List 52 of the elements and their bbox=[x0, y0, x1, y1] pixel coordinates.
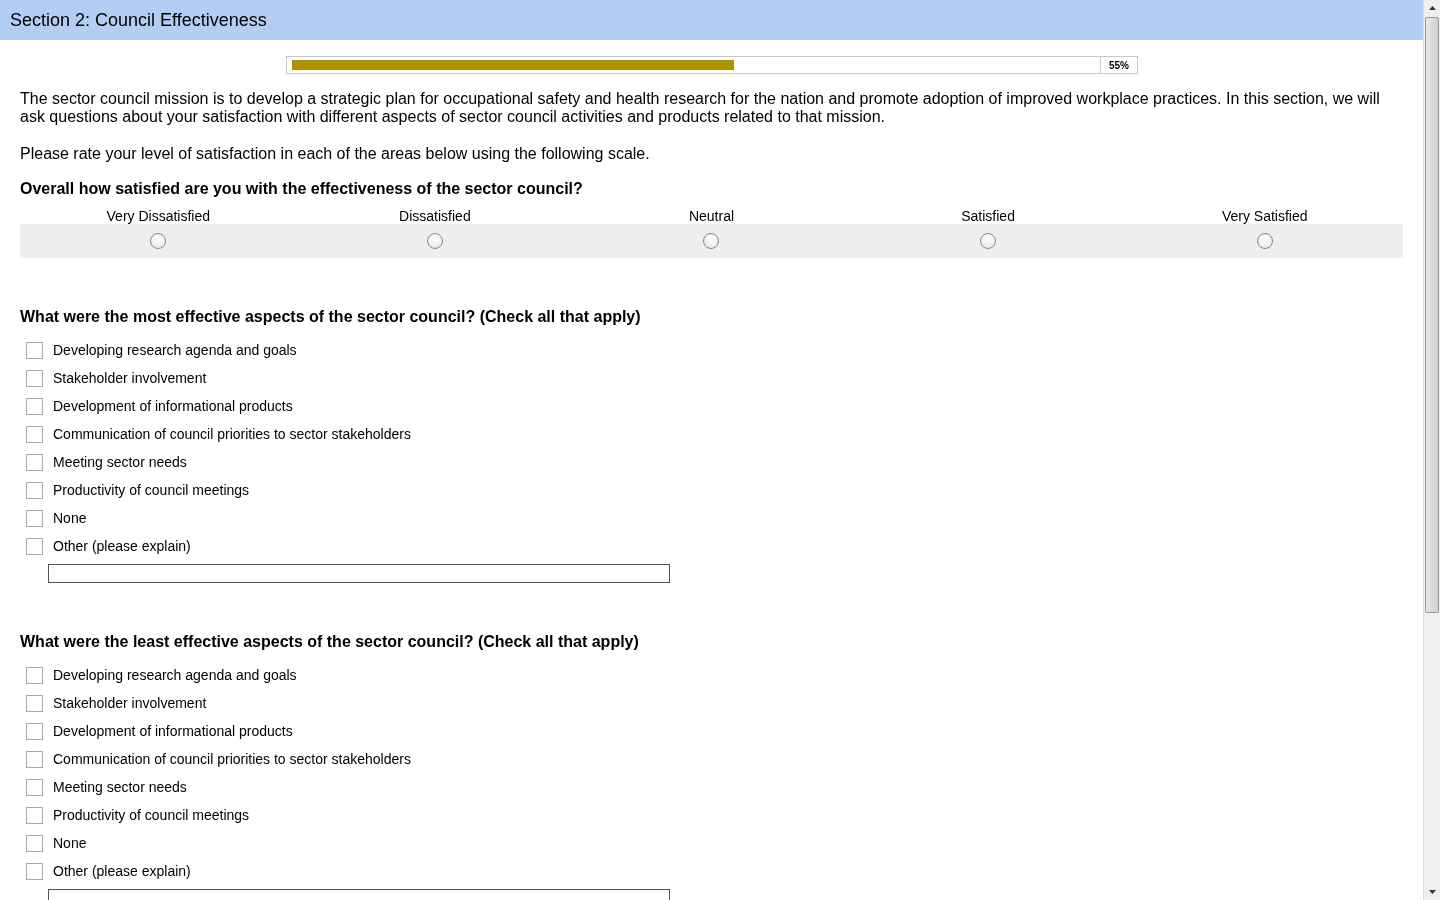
checkbox-label: Other (please explain) bbox=[53, 863, 191, 879]
rating-label: Dissatisfied bbox=[398, 208, 472, 224]
section-title: Section 2: Council Effectiveness bbox=[0, 0, 1423, 40]
scrollbar-thumb[interactable] bbox=[1425, 17, 1439, 613]
checkbox[interactable] bbox=[26, 397, 43, 415]
checkbox[interactable] bbox=[26, 722, 43, 740]
checkbox[interactable] bbox=[26, 481, 43, 499]
checkbox[interactable] bbox=[26, 806, 43, 824]
checkbox-label: Stakeholder involvement bbox=[53, 695, 207, 711]
question-text: What were the least effective aspects of the sector council? (Check all that apply) bbox=[20, 633, 640, 651]
checkbox[interactable] bbox=[26, 341, 43, 359]
progress-percent: 55% bbox=[1100, 56, 1138, 74]
radio-button[interactable] bbox=[426, 233, 443, 249]
explain-field[interactable] bbox=[48, 564, 670, 583]
question-text: Overall how satisfied are you with the effectiveness of the sector council? bbox=[20, 180, 584, 198]
radio-button[interactable] bbox=[1256, 233, 1273, 249]
question-text: What were the most effective aspects of the sector council? (Check all that apply) bbox=[20, 308, 642, 326]
checkbox[interactable] bbox=[26, 862, 43, 880]
checkbox-label: Developing research agenda and goals bbox=[53, 342, 297, 358]
checkbox[interactable] bbox=[26, 425, 43, 443]
rating-label: Very Dissatisfied bbox=[105, 208, 212, 224]
radio-button[interactable] bbox=[703, 233, 720, 249]
checkbox[interactable] bbox=[26, 537, 43, 555]
checkbox-label: Developing research agenda and goals bbox=[53, 667, 297, 683]
radio-button[interactable] bbox=[980, 233, 997, 249]
checkbox[interactable] bbox=[26, 369, 43, 387]
checkbox-label: None bbox=[53, 510, 87, 526]
radio-button[interactable] bbox=[150, 233, 167, 249]
checkbox-label: None bbox=[53, 835, 87, 851]
checkbox-label: Productivity of council meetings bbox=[53, 807, 250, 823]
checkbox-label: Communication of council priorities to sector stakeholders bbox=[53, 751, 411, 767]
scrollbar[interactable] bbox=[1423, 0, 1440, 900]
checkbox[interactable] bbox=[26, 453, 43, 471]
checkbox[interactable] bbox=[26, 750, 43, 768]
intro-paragraph: Please rate your level of satisfaction in each of the areas below using the following scale. bbox=[20, 145, 651, 163]
checkbox[interactable] bbox=[26, 509, 43, 527]
checkbox-label: Meeting sector needs bbox=[53, 454, 187, 470]
checkbox[interactable] bbox=[26, 694, 43, 712]
rating-label: Neutral bbox=[687, 208, 736, 224]
checkbox[interactable] bbox=[26, 778, 43, 796]
checkbox-label: Stakeholder involvement bbox=[53, 370, 207, 386]
checkbox-label: Other (please explain) bbox=[53, 538, 191, 554]
checkbox-label: Development of informational products bbox=[53, 723, 293, 739]
rating-label: Very Satisfied bbox=[1220, 208, 1309, 224]
intro-paragraph: The sector council mission is to develop a strategic plan for occupational safety and health research for the nation and promote adoption of improved workplace practices. In this section, we will ask questions about your satisfaction with different aspects of sector council activities and products related to that mission. bbox=[20, 90, 1381, 126]
checkbox-label: Development of informational products bbox=[53, 398, 293, 414]
checkbox-label: Productivity of council meetings bbox=[53, 482, 250, 498]
checkbox-label: Meeting sector needs bbox=[53, 779, 187, 795]
checkbox[interactable] bbox=[26, 666, 43, 684]
checkbox[interactable] bbox=[26, 834, 43, 852]
rating-label: Satisfied bbox=[960, 208, 1016, 224]
checkbox-label: Communication of council priorities to sector stakeholders bbox=[53, 426, 411, 442]
